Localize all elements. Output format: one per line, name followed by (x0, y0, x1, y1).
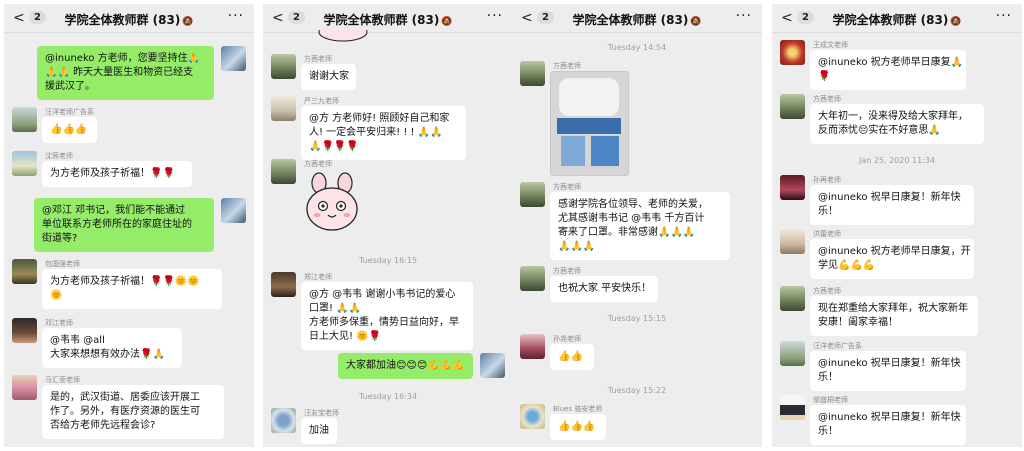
sender-name: 沈蓉老师 (45, 152, 73, 160)
timestamp: Tuesday 14:54 (607, 43, 667, 52)
avatar[interactable] (520, 404, 545, 429)
message-bubble[interactable]: 也祝大家 平安快乐！ (550, 276, 658, 302)
sender-name: 郑江老师 (304, 273, 332, 281)
message-bubble[interactable]: @inuneko 祝早日康复！新年快 乐！ (810, 185, 974, 225)
message-bubble[interactable]: @邓江 邓书记，我们能不能通过 单位联系方老师所在的家庭住址的 街道等? (34, 198, 214, 252)
bell-off-icon: 🔕 (441, 17, 453, 27)
message-bubble[interactable]: @方 方老师好! 照顾好自己和家 人! 一定会平安归来! ! ! 🙏🙏 🙏🌹🌹🌹 (301, 106, 466, 160)
more-options-icon[interactable]: ··· (996, 8, 1012, 24)
avatar[interactable] (12, 318, 37, 343)
avatar[interactable] (221, 46, 246, 71)
message-bubble[interactable]: 👍👍👍 (550, 414, 606, 440)
mask-package-photo[interactable] (550, 71, 629, 176)
message-bubble[interactable]: @inuneko 祝方老师早日康复，开 学见💪💪💪 (810, 239, 974, 279)
chat-panel-1: < 2 学院全体教师群 (83) 🔕 ··· @inuneko 方老师，您要坚持住… (4, 4, 254, 447)
message-bubble[interactable]: @方 @韦韦 谢谢小韦书记的爱心 口罩! 🙏🙏 方老师多保重，情势日益向好，早 … (301, 282, 473, 350)
chat-panel-2: < 2 学院全体教师群 (83) 🔕 ··· 方茜老师 谢谢大家 严三九老师 @方… (263, 4, 513, 447)
sender-name: 方茜老师 (813, 287, 841, 295)
message-bubble[interactable]: 大家都加油😊😊😊💪💪💪 (338, 353, 473, 379)
avatar[interactable] (780, 395, 805, 420)
chat-header: < 2 学院全体教师群 (83) 🔕 ··· (772, 4, 1022, 33)
avatar[interactable] (12, 151, 37, 176)
avatar[interactable] (271, 408, 296, 433)
timestamp: Tuesday 15:15 (607, 314, 667, 323)
avatar[interactable] (780, 175, 805, 200)
message-bubble[interactable]: 👍👍👍 (42, 117, 97, 143)
sender-name: 包国强老师 (45, 260, 80, 268)
more-options-icon[interactable]: ··· (228, 8, 244, 24)
bell-off-icon: 🔕 (950, 17, 962, 27)
sender-name: 邬盛桐老师 (813, 396, 848, 404)
chat-title: 学院全体教师群 (83) 🔕 (323, 13, 453, 27)
avatar[interactable] (520, 334, 545, 359)
sender-name: 方茜老师 (304, 160, 332, 168)
message-bubble[interactable]: @inuneko 祝早日康复！新年快 乐！ (810, 405, 966, 445)
message-bubble[interactable]: 加油 (301, 418, 337, 444)
sender-name: 王成文老师 (813, 41, 848, 49)
avatar[interactable] (480, 353, 505, 378)
message-bubble[interactable]: 谢谢大家 (301, 64, 356, 90)
sender-name: 汪洋老师广告系 (813, 342, 862, 350)
more-options-icon[interactable]: ··· (736, 8, 752, 24)
bunny-sticker (306, 172, 358, 231)
bell-off-icon: 🔕 (690, 17, 702, 27)
avatar[interactable] (520, 182, 545, 207)
avatar[interactable] (271, 272, 296, 297)
chat-header: < 2 学院全体教师群 (83) 🔕 ··· (4, 4, 254, 33)
avatar[interactable] (221, 198, 246, 223)
chat-panel-3: < 2 学院全体教师群 (83) 🔕 ··· Tuesday 14:54 方茜老师… (512, 4, 762, 447)
timestamp: Tuesday 16:15 (358, 256, 418, 265)
sender-name: 严三九老师 (304, 97, 339, 105)
sender-name: 邓江老师 (45, 319, 73, 327)
timestamp: Tuesday 15:22 (607, 386, 667, 395)
avatar[interactable] (780, 341, 805, 366)
avatar[interactable] (780, 94, 805, 119)
message-bubble[interactable]: 感谢学院各位领导、老师的关爱， 尤其感谢韦书记 @韦韦 千方百计 寄来了口罩。非… (550, 192, 730, 260)
timestamp: Tuesday 16:34 (358, 392, 418, 401)
message-bubble[interactable]: @韦韦 @all 大家来想想有效办法🌹🙏 (42, 328, 182, 368)
sender-name: 方茜老师 (304, 55, 332, 63)
sender-name: 汪洋老师广告系 (45, 108, 94, 116)
avatar[interactable] (780, 40, 805, 65)
avatar[interactable] (780, 229, 805, 254)
avatar[interactable] (271, 159, 296, 184)
sender-name: 孙尧老师 (553, 335, 581, 343)
message-bubble[interactable]: 是的，武汉街道、居委应该开展工 作了。另外，有医疗资源的医生可 否给方老师先远程… (42, 385, 224, 439)
message-bubble[interactable]: @inuneko 祝早日康复！新年快 乐！ (810, 351, 966, 391)
chat-panel-4: < 2 学院全体教师群 (83) 🔕 ··· 王成文老师 @inuneko 祝方老… (772, 4, 1022, 447)
chat-title: 学院全体教师群 (83) 🔕 (832, 13, 962, 27)
sender-name: 方茜老师 (553, 62, 581, 70)
avatar[interactable] (271, 96, 296, 121)
avatar[interactable] (271, 54, 296, 79)
bell-off-icon: 🔕 (182, 17, 194, 27)
message-bubble[interactable]: @inuneko 祝方老师早日康复🙏 🌹 (810, 50, 966, 90)
avatar[interactable] (520, 266, 545, 291)
sender-name: Blues 骆安老师 (553, 405, 603, 413)
sender-name: 汪友宝老师 (304, 409, 339, 417)
chat-title: 学院全体教师群 (83) 🔕 (572, 13, 702, 27)
chat-header: < 2 学院全体教师群 (83) 🔕 ··· (512, 4, 762, 33)
timestamp: Jan 25, 2020 11:34 (858, 156, 936, 165)
avatar[interactable] (780, 286, 805, 311)
sender-name: 孙再老师 (813, 176, 841, 184)
message-bubble[interactable]: @inuneko 方老师，您要坚持住🙏 🙏🙏 昨天大量医生和物资已经支 援武汉了… (37, 46, 214, 100)
message-bubble[interactable]: 为方老师及孩子祈福！🌹🌹 (42, 161, 192, 187)
avatar[interactable] (12, 375, 37, 400)
avatar[interactable] (520, 61, 545, 86)
sticker-fragment (318, 30, 368, 42)
sender-name: 马汇莹老师 (45, 376, 80, 384)
avatar[interactable] (12, 107, 37, 132)
chat-header: < 2 学院全体教师群 (83) 🔕 ··· (263, 4, 513, 33)
sender-name: 方茜老师 (553, 183, 581, 191)
sender-name: 方茜老师 (553, 267, 581, 275)
message-bubble[interactable]: 现在郑重给大家拜年，祝大家新年 安康！阖家幸福！ (810, 296, 978, 336)
sender-name: 洪蕾老师 (813, 230, 841, 238)
sender-name: 方茜老师 (813, 95, 841, 103)
message-bubble[interactable]: 大年初一，没来得及给大家拜年， 反而添忧😔实在不好意思🙏 (810, 104, 984, 144)
more-options-icon[interactable]: ··· (487, 8, 503, 24)
message-bubble[interactable]: 👍👍 (550, 344, 594, 370)
message-bubble[interactable]: 为方老师及孩子祈福！🌹🌹🌞🌞 🌞 (42, 269, 222, 309)
chat-title: 学院全体教师群 (83) 🔕 (64, 13, 194, 27)
avatar[interactable] (12, 259, 37, 284)
